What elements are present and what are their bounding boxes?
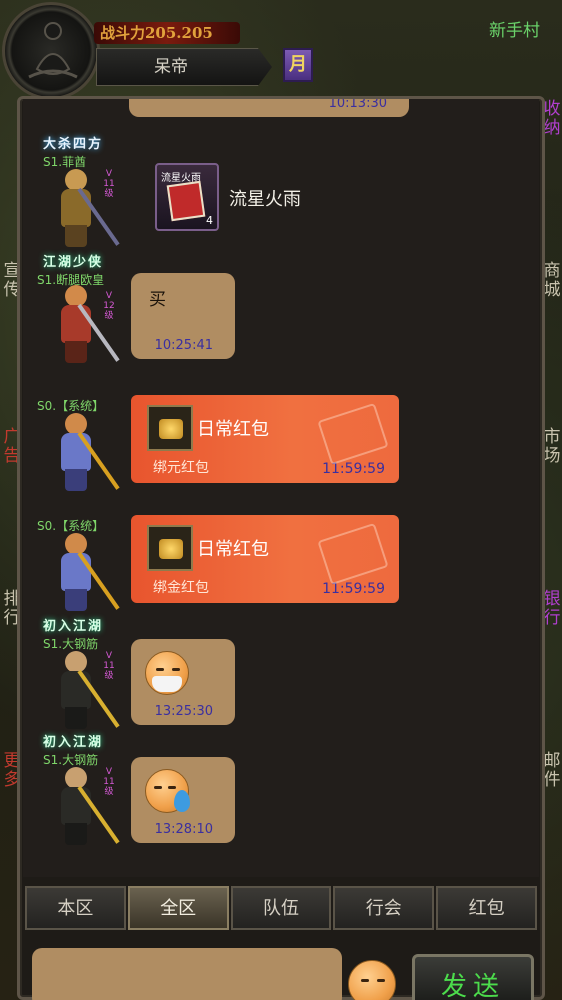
envelope-icon xyxy=(317,402,389,466)
chat-message: S0.【系统】 日常红包 绑元红包 11:59:59 xyxy=(23,395,539,505)
location-label: 新手村 xyxy=(489,21,540,41)
message-time: 10:25:41 xyxy=(154,338,213,353)
sender-title: 初入江湖 xyxy=(43,619,104,634)
tab-all-servers[interactable]: 全区 xyxy=(127,886,229,930)
message-time: 13:28:10 xyxy=(154,822,213,837)
sender-name[interactable]: S0.【系统】 xyxy=(37,517,104,534)
red-packet-icon xyxy=(147,405,193,451)
chat-message: 初入江湖 S1.大钢筋 V 11 级 13:28:10 xyxy=(23,731,539,851)
emoji-picker-icon[interactable] xyxy=(348,960,396,1000)
vip-level-badge: V 11 级 xyxy=(103,767,115,797)
item-name[interactable]: 流星火雨 xyxy=(229,185,301,211)
item-card[interactable]: 流星火雨 4 xyxy=(155,163,219,231)
chat-bubble: 10:13:30 xyxy=(129,99,409,117)
sender-name[interactable]: S1.大钢筋 xyxy=(43,751,98,768)
sender-name[interactable]: S1.大钢筋 xyxy=(43,635,98,652)
sender-title: 大杀四方 xyxy=(43,137,104,152)
red-packet-title: 日常红包 xyxy=(197,539,269,560)
chat-bubble: 13:28:10 xyxy=(131,757,235,843)
sender-character[interactable] xyxy=(47,285,120,365)
sender-name[interactable]: S0.【系统】 xyxy=(37,397,104,414)
tab-red-packet[interactable]: 红包 xyxy=(436,886,537,930)
red-packet-title: 日常红包 xyxy=(197,419,269,440)
tab-local-server[interactable]: 本区 xyxy=(25,886,126,930)
chat-message: 江湖少侠 S1.断腿欧皇 V 12 级 买 10:25:41 xyxy=(23,251,539,371)
chat-message: 初入江湖 S1.大钢筋 V 11 级 13:25:30 xyxy=(23,615,539,735)
combat-power-text: 战斗力205.205 xyxy=(100,24,213,42)
sender-name[interactable]: S1.菲酋 xyxy=(43,153,86,170)
side-menu-market[interactable]: 市 场 xyxy=(542,428,562,466)
meditation-figure-icon xyxy=(28,22,78,79)
message-time: 10:13:30 xyxy=(328,99,387,111)
sender-character[interactable] xyxy=(47,169,120,249)
spellbook-icon xyxy=(166,180,206,222)
player-avatar-medallion[interactable] xyxy=(2,2,100,100)
side-menu-bank[interactable]: 银 行 xyxy=(542,590,562,628)
side-menu-storage[interactable]: 收 纳 xyxy=(542,100,562,138)
red-packet-type: 绑金红包 xyxy=(153,580,209,596)
chat-message: 大杀四方 S1.菲酋 V 11 级 流星火雨 4 流星火雨 xyxy=(23,129,539,269)
monthly-card-badge[interactable]: 月 xyxy=(283,48,313,82)
chat-message: 10:13:30 xyxy=(23,99,539,117)
player-name: 呆帝 xyxy=(154,57,188,77)
red-packet-icon xyxy=(147,525,193,571)
tab-guild[interactable]: 行会 xyxy=(333,886,435,930)
message-text: 买 xyxy=(149,290,166,310)
vip-level-badge: V 12 级 xyxy=(103,291,115,321)
chat-message-list[interactable]: 10:13:30 大杀四方 S1.菲酋 V 11 级 流星火雨 4 流星火雨 江… xyxy=(23,99,539,877)
red-packet-type: 绑元红包 xyxy=(153,460,209,476)
mask-face-emoji-icon xyxy=(145,651,189,695)
red-packet-card[interactable]: 日常红包 绑元红包 11:59:59 xyxy=(131,395,399,483)
side-menu-shop[interactable]: 商 城 xyxy=(542,262,562,300)
message-time: 13:25:30 xyxy=(154,704,213,719)
side-menu-mail[interactable]: 邮 件 xyxy=(542,752,562,790)
sender-character[interactable] xyxy=(47,767,120,847)
vip-level-badge: V 11 级 xyxy=(103,169,115,199)
chat-channel-tabs: 本区 全区 队伍 行会 红包 xyxy=(25,886,537,930)
sender-character[interactable] xyxy=(47,413,120,493)
envelope-icon xyxy=(317,522,389,586)
sender-title: 初入江湖 xyxy=(43,735,104,750)
sweat-face-emoji-icon xyxy=(145,769,190,813)
tab-team[interactable]: 队伍 xyxy=(230,886,332,930)
chat-bubble: 买 10:25:41 xyxy=(131,273,235,359)
chat-bubble: 13:25:30 xyxy=(131,639,235,725)
red-packet-card[interactable]: 日常红包 绑金红包 11:59:59 xyxy=(131,515,399,603)
send-button[interactable]: 发送 xyxy=(412,954,534,1000)
item-count: 4 xyxy=(206,214,213,227)
sender-character[interactable] xyxy=(47,651,120,731)
sender-character[interactable] xyxy=(47,533,120,613)
sender-title: 江湖少侠 xyxy=(43,255,104,270)
vip-level-badge: V 11 级 xyxy=(103,651,115,681)
chat-input[interactable] xyxy=(32,948,342,1000)
chat-message: S0.【系统】 日常红包 绑金红包 11:59:59 xyxy=(23,515,539,625)
